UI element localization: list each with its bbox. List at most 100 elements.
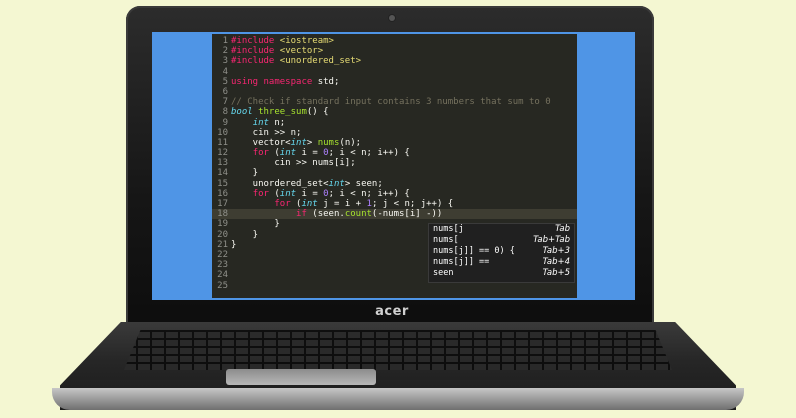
- code-line[interactable]: 6: [212, 87, 577, 97]
- line-number: 24: [217, 270, 228, 281]
- line-code[interactable]: #include <iostream>: [231, 36, 577, 46]
- line-number: 17: [217, 199, 228, 209]
- line-number: 9: [222, 117, 228, 128]
- line-code[interactable]: for (int i = 0; i < n; i++) {: [231, 148, 577, 158]
- autocomplete-popup: nums[j Tab nums[Tab+Tab nums[j]] == 0) { Tab…: [428, 223, 575, 283]
- code-token: i =: [296, 148, 324, 159]
- code-token: (: [290, 199, 302, 209]
- line-code[interactable]: vector<int> nums(n);: [231, 138, 577, 148]
- code-token: bool: [231, 107, 259, 118]
- touchpad: [226, 369, 376, 385]
- code-token: j = i +: [317, 199, 367, 209]
- code-line[interactable]: 8 bool three_sum() {: [212, 107, 577, 117]
- line-code[interactable]: cin >> nums[i];: [231, 158, 577, 168]
- code-token: for: [274, 199, 291, 209]
- autocomplete-item[interactable]: nums[j]] == Tab+4: [429, 257, 574, 268]
- line-number: 7: [222, 97, 228, 108]
- code-line[interactable]: 14 }: [212, 168, 577, 178]
- autocomplete-item[interactable]: nums[j]] == 0) { Tab+3: [429, 246, 574, 257]
- line-number: 23: [217, 260, 228, 271]
- code-line[interactable]: 1 #include <iostream>: [212, 36, 577, 46]
- code-token: }: [231, 168, 259, 179]
- line-number: 21: [217, 239, 228, 250]
- code-line[interactable]: 13 cin >> nums[i];: [212, 158, 577, 168]
- code-line[interactable]: 16 for (int i = 0; i < n; i++) {: [212, 189, 577, 199]
- code-token: cin >> nums[i];: [231, 158, 356, 169]
- code-token: ; i < n; i++) {: [328, 188, 410, 199]
- autocomplete-item[interactable]: nums[j Tab: [429, 224, 574, 235]
- code-line[interactable]: 9 int n;: [212, 118, 577, 128]
- line-number: 4: [222, 66, 228, 77]
- code-token: <unordered_set>: [279, 56, 362, 67]
- code-token: <vector>: [279, 46, 324, 57]
- code-line[interactable]: 4: [212, 67, 577, 77]
- autocomplete-shortcut: Tab+4: [542, 257, 570, 267]
- code-line[interactable]: 7// Check if standard input contains 3 n…: [212, 97, 577, 107]
- code-line[interactable]: 12 for (int i = 0; i < n; i++) {: [212, 148, 577, 158]
- autocomplete-shortcut: Tab+3: [542, 246, 570, 256]
- code-line[interactable]: 18 if (seen.count(-nums[i] -)): [212, 209, 577, 220]
- line-number: 25: [217, 280, 228, 291]
- code-line[interactable]: 2 #include <vector>: [212, 46, 577, 56]
- code-token: () {: [306, 107, 329, 118]
- code-token: (: [268, 148, 280, 159]
- line-code[interactable]: cin >> n;: [231, 128, 577, 138]
- line-code[interactable]: bool three_sum() {: [231, 107, 577, 117]
- code-line[interactable]: 15 unordered_set<int> seen;: [212, 179, 577, 189]
- webcam-icon: [389, 15, 395, 21]
- line-code[interactable]: unordered_set<int> seen;: [231, 179, 577, 189]
- code-token: }: [231, 229, 259, 240]
- code-token: // Check if standard input contains 3 nu…: [231, 97, 551, 108]
- line-number: 10: [217, 127, 228, 138]
- line-number: 22: [217, 249, 228, 260]
- code-token: int: [279, 188, 297, 199]
- code-line[interactable]: 3 #include <unordered_set>: [212, 56, 577, 66]
- code-token: three_sum: [258, 107, 307, 118]
- line-code[interactable]: // Check if standard input contains 3 nu…: [231, 97, 577, 107]
- code-token: unordered_set<: [231, 178, 329, 189]
- code-token: #include: [231, 46, 280, 57]
- code-token: (seen.: [306, 209, 345, 220]
- line-code[interactable]: if (seen.count(-nums[i] -)): [231, 209, 577, 220]
- code-token: i =: [296, 188, 324, 199]
- code-token: nums: [317, 137, 340, 148]
- brand-logo: acer: [375, 304, 409, 319]
- code-token: int: [279, 148, 297, 159]
- line-number: 20: [217, 229, 228, 240]
- line-code[interactable]: for (int i = 0; i < n; i++) {: [231, 189, 577, 199]
- code-token: (n);: [339, 137, 362, 148]
- line-code[interactable]: [231, 67, 577, 77]
- autocomplete-item[interactable]: seen Tab+5: [429, 268, 574, 279]
- autocomplete-text: nums[j]] ==: [433, 257, 490, 267]
- autocomplete-text: seen: [433, 268, 454, 278]
- code-token: (: [268, 188, 280, 199]
- code-token: cin >> n;: [231, 127, 302, 138]
- line-code[interactable]: int n;: [231, 118, 577, 128]
- code-token: std;: [317, 76, 340, 87]
- line-code[interactable]: }: [231, 168, 577, 178]
- code-token: > seen;: [344, 178, 383, 189]
- line-code[interactable]: for (int j = i + 1; j < n; j++) {: [231, 199, 577, 209]
- code-token: int: [328, 178, 345, 189]
- code-line[interactable]: 11 vector<int> nums(n);: [212, 138, 577, 148]
- code-line[interactable]: 10 cin >> n;: [212, 128, 577, 138]
- code-token: (-nums[i] -)): [371, 209, 443, 220]
- line-code[interactable]: #include <unordered_set>: [231, 56, 577, 66]
- line-code[interactable]: #include <vector>: [231, 46, 577, 56]
- line-number: 1: [222, 36, 228, 46]
- autocomplete-item[interactable]: nums[Tab+Tab: [429, 235, 574, 246]
- code-token: #include: [231, 36, 280, 46]
- code-token: count: [344, 209, 372, 220]
- code-line[interactable]: 17 for (int j = i + 1; j < n; j++) {: [212, 199, 577, 209]
- line-number: 13: [217, 158, 228, 169]
- autocomplete-text: nums[j]] == 0) {: [433, 246, 515, 256]
- code-token: n;: [268, 117, 286, 128]
- line-number: 5: [222, 76, 228, 87]
- code-token: vector<: [231, 137, 291, 148]
- line-code[interactable]: [231, 87, 577, 97]
- line-code[interactable]: using namespace std;: [231, 77, 577, 87]
- line-number: 3: [222, 56, 228, 67]
- code-line[interactable]: 5 using namespace std;: [212, 77, 577, 87]
